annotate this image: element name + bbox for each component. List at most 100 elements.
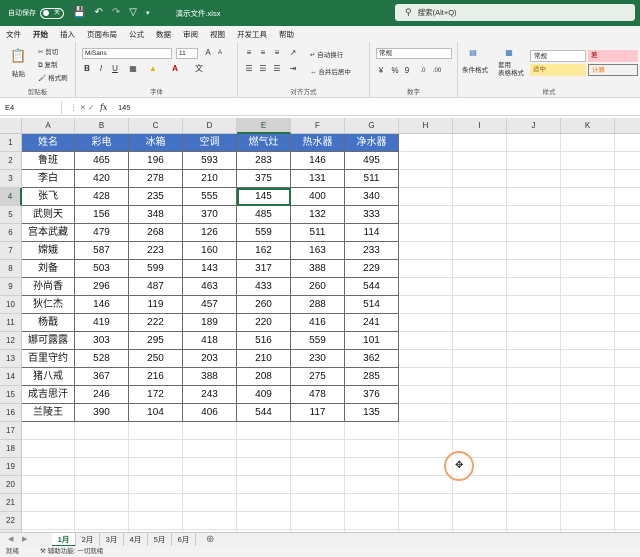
sheet-tab-3[interactable]: 4月 bbox=[124, 533, 148, 547]
value-cell[interactable]: 222 bbox=[129, 314, 183, 332]
empty-cell[interactable] bbox=[615, 386, 640, 404]
indent-icon[interactable]: ⇥ bbox=[288, 64, 298, 74]
empty-cell[interactable] bbox=[561, 458, 615, 476]
name-cell[interactable]: 宫本武藏 bbox=[22, 224, 75, 242]
empty-cell[interactable] bbox=[22, 476, 75, 494]
empty-cell[interactable] bbox=[399, 512, 453, 530]
empty-cell[interactable] bbox=[345, 440, 399, 458]
empty-cell[interactable] bbox=[453, 260, 507, 278]
value-cell[interactable]: 241 bbox=[345, 314, 399, 332]
empty-cell[interactable] bbox=[615, 332, 640, 350]
empty-cell[interactable] bbox=[75, 512, 129, 530]
empty-cell[interactable] bbox=[561, 494, 615, 512]
value-cell[interactable]: 479 bbox=[75, 224, 129, 242]
prev-sheet-icon[interactable]: ◀ bbox=[8, 535, 13, 543]
paste-button[interactable]: 粘贴 bbox=[12, 68, 25, 78]
value-cell[interactable]: 220 bbox=[237, 314, 291, 332]
name-cell[interactable]: 百里守约 bbox=[22, 350, 75, 368]
empty-cell[interactable] bbox=[615, 404, 640, 422]
copy-button[interactable]: ⧉ 复制 bbox=[38, 59, 57, 70]
menu-tab-4[interactable]: 公式 bbox=[123, 29, 150, 40]
empty-cell[interactable] bbox=[507, 260, 561, 278]
paste-icon[interactable]: 📋 bbox=[10, 48, 26, 64]
name-cell[interactable]: 鲁班 bbox=[22, 152, 75, 170]
empty-cell[interactable] bbox=[507, 170, 561, 188]
sheet-tab-5[interactable]: 6月 bbox=[172, 533, 196, 547]
empty-cell[interactable] bbox=[453, 404, 507, 422]
name-cell[interactable]: 武则天 bbox=[22, 206, 75, 224]
conditional-format-icon[interactable]: ▤ bbox=[468, 48, 478, 58]
row-header-6[interactable]: 6 bbox=[0, 224, 22, 242]
column-header-J[interactable]: J bbox=[507, 118, 561, 134]
empty-cell[interactable] bbox=[507, 206, 561, 224]
empty-cell[interactable] bbox=[453, 278, 507, 296]
empty-cell[interactable] bbox=[561, 170, 615, 188]
empty-cell[interactable] bbox=[507, 242, 561, 260]
value-cell[interactable]: 418 bbox=[183, 332, 237, 350]
row-header-3[interactable]: 3 bbox=[0, 170, 22, 188]
empty-cell[interactable] bbox=[561, 350, 615, 368]
empty-cell[interactable] bbox=[399, 278, 453, 296]
empty-cell[interactable] bbox=[183, 512, 237, 530]
wrap-text-button[interactable]: ↵ 自动换行 bbox=[310, 49, 343, 59]
value-cell[interactable]: 559 bbox=[237, 224, 291, 242]
value-cell[interactable]: 593 bbox=[183, 152, 237, 170]
empty-cell[interactable] bbox=[615, 440, 640, 458]
value-cell[interactable]: 388 bbox=[183, 368, 237, 386]
empty-cell[interactable] bbox=[291, 440, 345, 458]
value-cell[interactable]: 295 bbox=[129, 332, 183, 350]
value-cell[interactable]: 146 bbox=[75, 296, 129, 314]
value-cell[interactable]: 544 bbox=[237, 404, 291, 422]
value-cell[interactable]: 367 bbox=[75, 368, 129, 386]
table-header-cell[interactable]: 姓名 bbox=[22, 134, 75, 152]
value-cell[interactable]: 285 bbox=[345, 368, 399, 386]
value-cell[interactable]: 362 bbox=[345, 350, 399, 368]
value-cell[interactable]: 132 bbox=[291, 206, 345, 224]
empty-cell[interactable] bbox=[453, 314, 507, 332]
empty-cell[interactable] bbox=[399, 170, 453, 188]
font-color-icon[interactable]: A bbox=[170, 64, 180, 74]
empty-cell[interactable] bbox=[561, 332, 615, 350]
fill-color-icon[interactable]: ▲ bbox=[148, 64, 158, 74]
row-header-18[interactable]: 18 bbox=[0, 440, 22, 458]
empty-cell[interactable] bbox=[561, 260, 615, 278]
sheet-tab-0[interactable]: 1月 bbox=[52, 533, 76, 547]
empty-cell[interactable] bbox=[399, 476, 453, 494]
empty-cell[interactable] bbox=[399, 494, 453, 512]
empty-cell[interactable] bbox=[129, 458, 183, 476]
empty-cell[interactable] bbox=[75, 440, 129, 458]
empty-cell[interactable] bbox=[183, 440, 237, 458]
value-cell[interactable]: 208 bbox=[237, 368, 291, 386]
value-cell[interactable]: 409 bbox=[237, 386, 291, 404]
empty-cell[interactable] bbox=[399, 386, 453, 404]
sheet-tab-1[interactable]: 2月 bbox=[76, 533, 100, 547]
style-normal[interactable]: 常规 bbox=[530, 50, 586, 62]
row-header-20[interactable]: 20 bbox=[0, 476, 22, 494]
empty-cell[interactable] bbox=[453, 350, 507, 368]
value-cell[interactable]: 119 bbox=[129, 296, 183, 314]
empty-cell[interactable] bbox=[507, 476, 561, 494]
format-as-table-icon[interactable]: ▦ bbox=[504, 48, 514, 58]
undo-icon[interactable]: ↶ bbox=[94, 8, 102, 18]
row-header-5[interactable]: 5 bbox=[0, 206, 22, 224]
empty-cell[interactable] bbox=[237, 476, 291, 494]
empty-cell[interactable] bbox=[507, 134, 561, 152]
value-cell[interactable]: 283 bbox=[237, 152, 291, 170]
value-cell[interactable]: 348 bbox=[129, 206, 183, 224]
menu-tab-2[interactable]: 插入 bbox=[54, 29, 81, 40]
empty-cell[interactable] bbox=[453, 494, 507, 512]
value-cell[interactable]: 457 bbox=[183, 296, 237, 314]
value-cell[interactable]: 275 bbox=[291, 368, 345, 386]
value-cell[interactable]: 555 bbox=[183, 188, 237, 206]
increase-decimal-icon[interactable]: .0 bbox=[418, 66, 428, 76]
value-cell[interactable]: 433 bbox=[237, 278, 291, 296]
empty-cell[interactable] bbox=[399, 188, 453, 206]
sheet-tab-4[interactable]: 5月 bbox=[148, 533, 172, 547]
row-header-9[interactable]: 9 bbox=[0, 278, 22, 296]
empty-cell[interactable] bbox=[291, 512, 345, 530]
empty-cell[interactable] bbox=[615, 422, 640, 440]
formula-input[interactable]: 145 bbox=[118, 101, 131, 114]
empty-cell[interactable] bbox=[561, 386, 615, 404]
empty-cell[interactable] bbox=[22, 512, 75, 530]
conditional-format-button[interactable]: 条件格式 bbox=[462, 64, 488, 74]
